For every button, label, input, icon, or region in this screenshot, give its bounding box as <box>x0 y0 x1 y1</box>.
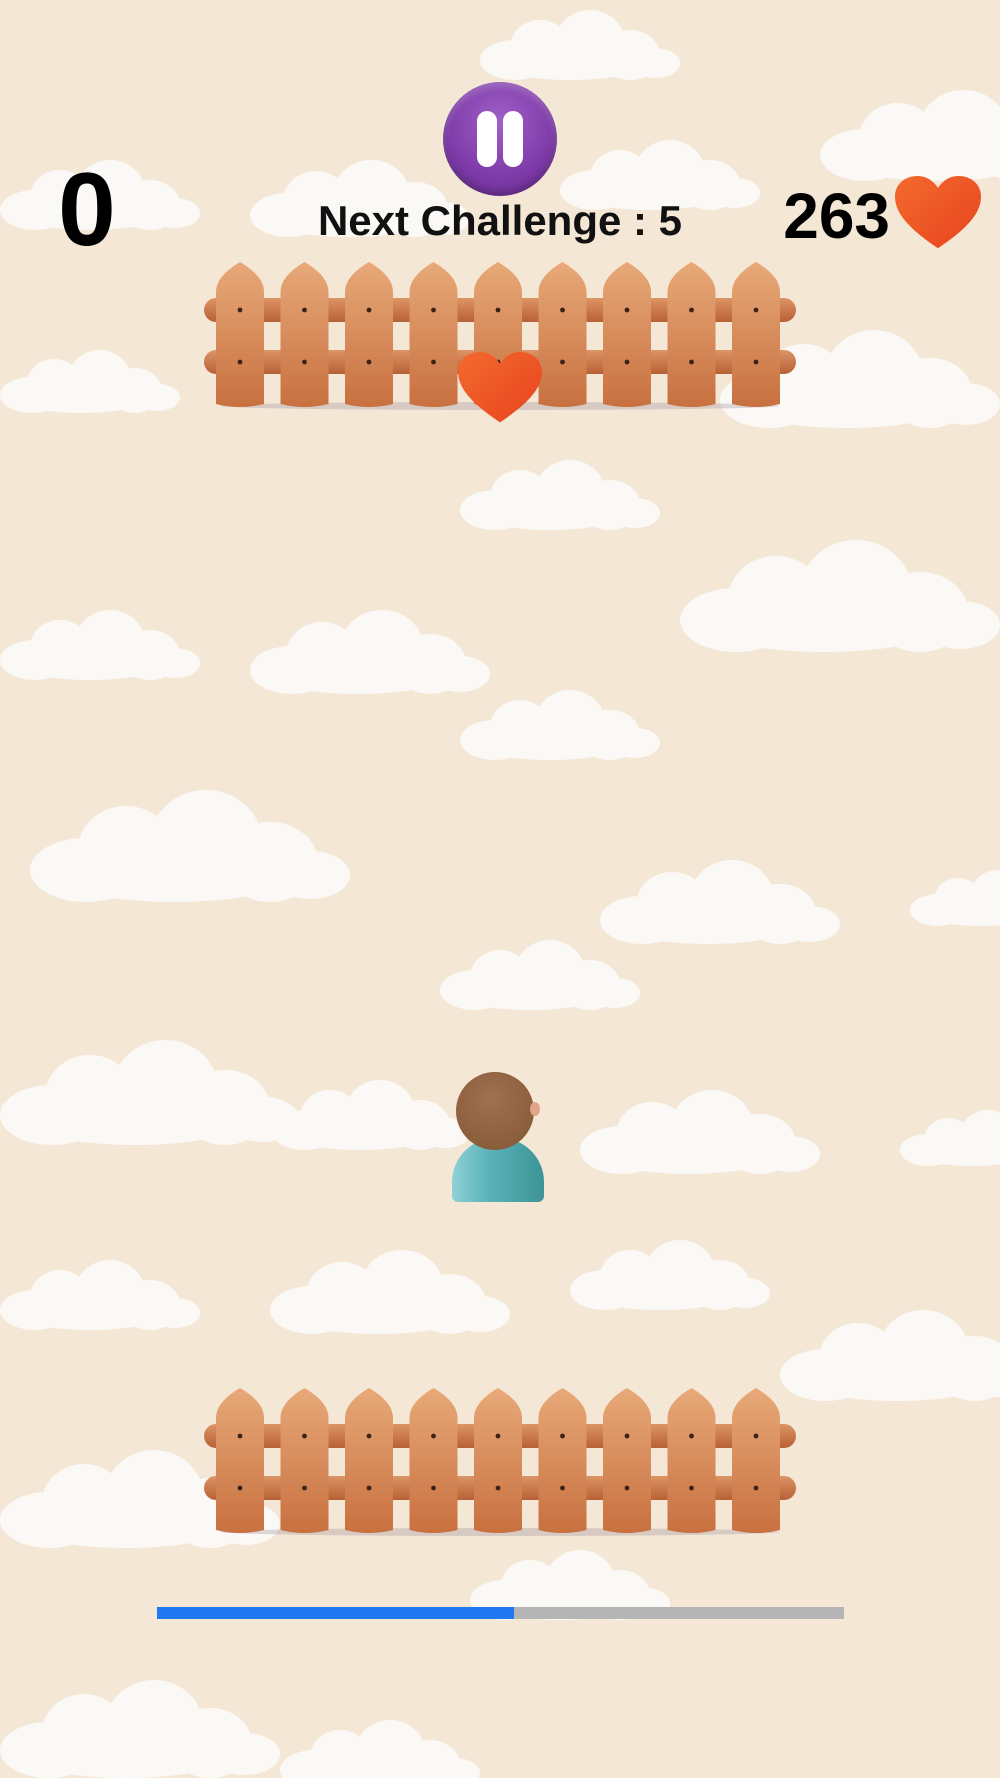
hearts-count: 263 <box>783 180 890 252</box>
score-counter: 0 <box>58 152 116 268</box>
level-progress-bar <box>157 1607 844 1619</box>
pause-icon <box>477 111 497 167</box>
player-ear <box>530 1102 540 1116</box>
heart-icon <box>895 176 981 249</box>
player-head <box>456 1072 534 1150</box>
game-stage[interactable]: 0 Next Challenge : 5 263 <box>0 0 1000 1778</box>
fence-bottom <box>204 1388 796 1536</box>
level-progress-fill <box>157 1607 515 1619</box>
pause-button[interactable] <box>443 82 557 196</box>
heart-pickup-icon[interactable] <box>458 352 542 424</box>
pause-icon-bar <box>503 111 523 167</box>
player-character[interactable] <box>452 1068 548 1208</box>
next-challenge-label: Next Challenge : 5 <box>317 197 683 244</box>
